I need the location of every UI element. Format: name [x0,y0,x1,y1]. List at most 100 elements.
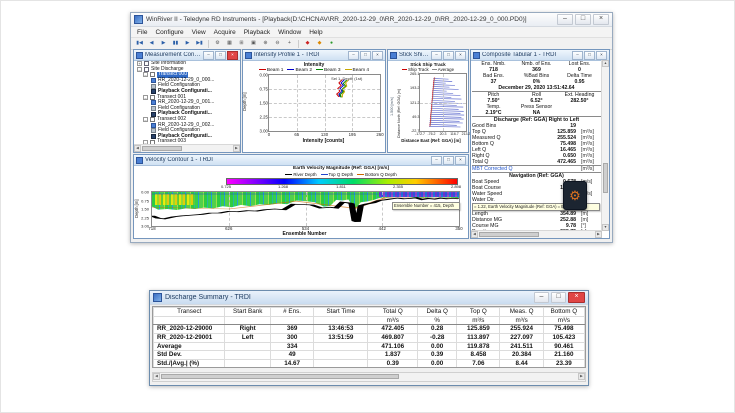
scroll-right-arrow[interactable] [595,231,602,238]
col-start-bank[interactable]: Start Bank [225,308,270,317]
document-icon [144,67,149,72]
tree-expander-icon[interactable] [137,61,142,66]
summary-horizontal-scrollbar[interactable] [152,372,586,382]
panel-minimize-button[interactable]: – [203,51,214,60]
col-start-time[interactable]: Start Time [314,308,368,317]
panel-close-button[interactable]: × [455,51,466,60]
menu-acquire[interactable]: Acquire [210,29,240,36]
horizontal-scrollbar[interactable] [471,230,602,238]
window-title: WinRiver II - Teledyne RD Instruments - … [146,16,554,23]
toolbar-separator [208,40,209,48]
summary-minimize-button[interactable]: – [534,292,549,303]
col-bottom-q[interactable]: Bottom Q [543,308,584,317]
menu-window[interactable]: Window [274,29,305,36]
globe-icon[interactable]: ● [326,38,337,49]
panel-minimize-button[interactable]: – [572,51,583,60]
panel-close-button[interactable]: × [372,51,383,60]
panel-minimize-button[interactable]: – [348,51,359,60]
scrollbar-thumb[interactable] [479,232,539,237]
pause-button[interactable]: ▮▮ [170,38,181,49]
summary-row-transect-000[interactable]: RR_2020-12-29000Right36913:46:53472.4050… [154,325,585,334]
col-total-q[interactable]: Total Q [368,308,418,317]
col-meas-q[interactable]: Meas. Q [500,308,543,317]
main-titlebar[interactable]: WinRiver II - Teledyne RD Instruments - … [131,13,612,27]
intensity-plot-area[interactable]: 0.00 0.75 1.50 2.25 3.00 0 65 130 195 26… [268,74,381,132]
col-num-ens[interactable]: # Ens. [270,308,313,317]
panel-maximize-button[interactable]: □ [443,51,454,60]
scroll-left-arrow[interactable] [471,231,478,238]
app-icon [134,15,143,24]
ship-track-panel-titlebar[interactable]: Stick Ship Track 1 - TRDI – □ × [388,50,468,61]
checkbox-icon[interactable] [150,117,155,122]
minimize-button[interactable]: – [557,14,573,25]
col-delta-q[interactable]: Delta Q [418,308,457,317]
unit-cell [225,317,270,325]
scrollbar-thumb[interactable] [161,374,399,379]
maximize-button[interactable]: □ [575,14,591,25]
tree-expander-icon[interactable] [137,67,142,72]
panel-maximize-button[interactable]: □ [215,51,226,60]
summary-maximize-button[interactable]: □ [551,292,566,303]
scrollbar-thumb[interactable] [142,146,182,151]
scroll-left-arrow[interactable] [134,145,141,152]
summary-row-std-dev: Std Dev.491.8370.398.45820.38421.160 [154,351,585,360]
vertical-scrollbar[interactable] [601,60,609,231]
zoom-out-icon[interactable]: ⊖ [272,38,283,49]
menu-playback[interactable]: Playback [240,29,274,36]
horizontal-scrollbar[interactable] [134,144,240,152]
intensity-panel-titlebar[interactable]: Intensity Profile 1 - TRDI – □ × [243,50,385,61]
checkbox-icon[interactable] [150,72,155,77]
panel-close-button[interactable]: × [596,51,607,60]
panel-close-button[interactable]: × [227,51,238,60]
legend-line-icon [321,174,328,175]
panel-maximize-button[interactable]: □ [360,51,371,60]
summary-close-button[interactable]: × [568,292,585,303]
scroll-left-arrow[interactable] [153,373,160,380]
annotate-icon[interactable]: + [284,38,295,49]
menu-view[interactable]: View [188,29,210,36]
measurement-panel-titlebar[interactable]: Measurement Control – □ × [134,50,240,61]
panel-maximize-button[interactable]: □ [443,156,454,165]
col-transect[interactable]: Transect [154,308,225,317]
panel-minimize-button[interactable]: – [431,51,442,60]
data-file-icon [151,100,156,105]
measurement-wizard-icon[interactable]: ▦ [224,38,235,49]
menu-configure[interactable]: Configure [151,29,187,36]
ship-track-plot-area[interactable]: 265.1 193.2 121.2 49.3 -22.7 -172.7 -76.… [419,73,467,132]
summary-titlebar[interactable]: Discharge Summary - TRDI – □ × [150,291,588,305]
scroll-right-arrow[interactable] [233,145,240,152]
scroll-up-arrow[interactable] [602,60,609,67]
panel-maximize-button[interactable]: □ [584,51,595,60]
panel-minimize-button[interactable]: – [431,156,442,165]
menu-help[interactable]: Help [305,29,326,36]
step-forward-button[interactable]: ▶ [182,38,193,49]
tree-expander-icon[interactable] [143,95,148,100]
scroll-down-arrow[interactable] [602,224,609,231]
tree-expander-icon[interactable] [143,117,148,122]
go-last-button[interactable]: ▶▮ [194,38,205,49]
tabular-panel-titlebar[interactable]: Composite Tabular 1 - TRDI – □ × [471,50,609,61]
cascade-windows-icon[interactable]: ▣ [248,38,259,49]
intensity-x-axis-label: Intensity [counts] [268,138,379,144]
menu-file[interactable]: File [133,29,151,36]
zoom-in-icon[interactable]: ⊕ [260,38,271,49]
contour-panel-titlebar[interactable]: Velocity Contour 1 - TRDI – □ × [134,155,468,166]
col-top-q[interactable]: Top Q [457,308,500,317]
scroll-right-arrow[interactable] [578,373,585,380]
summary-row-transect-001[interactable]: RR_2020-12-29001Left30013:51:59469.807-0… [154,333,585,342]
x-tick: 65 [294,132,299,137]
go-first-button[interactable]: ▮◀ [134,38,145,49]
close-button[interactable]: × [593,14,609,25]
legend-item-beam2: Beam 2 [287,68,312,73]
play-button[interactable]: ▶ [158,38,169,49]
scrollbar-thumb[interactable] [603,163,608,193]
step-back-button[interactable]: ◀ [146,38,157,49]
tile-windows-icon[interactable]: ⊞ [236,38,247,49]
panel-icon [390,52,397,59]
marker-yellow-icon[interactable]: ◆ [314,38,325,49]
checkbox-icon[interactable] [150,95,155,100]
tree-expander-icon[interactable] [143,72,148,77]
marker-red-icon[interactable]: ◆ [302,38,313,49]
panel-close-button[interactable]: × [455,156,466,165]
wrench-icon[interactable]: ⚙ [212,38,223,49]
